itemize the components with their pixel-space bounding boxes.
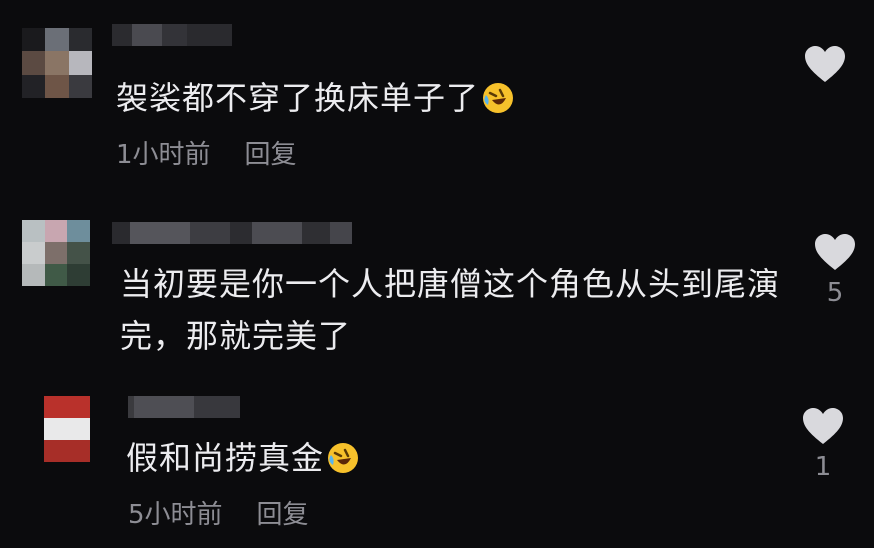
rofl-emoji-icon bbox=[326, 438, 360, 490]
username-pixelated[interactable] bbox=[128, 396, 240, 418]
timestamp: 1小时前 bbox=[116, 140, 211, 170]
avatar[interactable] bbox=[22, 28, 92, 98]
comment-meta: 5小时前 回复 bbox=[128, 494, 309, 531]
heart-icon bbox=[803, 408, 843, 444]
comment-text: 假和尚捞真金 bbox=[126, 432, 360, 490]
comment-text: 当初要是你一个人把唐僧这个角色从头到尾演 完，那就完美了 bbox=[120, 265, 781, 355]
timestamp: 5小时前 bbox=[128, 500, 223, 530]
comment-text: 袈裟都不穿了换床单子了 bbox=[116, 72, 515, 130]
like-count: 1 bbox=[814, 452, 832, 482]
username-pixelated[interactable] bbox=[112, 24, 232, 46]
reply-button[interactable]: 回复 bbox=[257, 494, 309, 531]
avatar[interactable] bbox=[22, 220, 90, 286]
like-button[interactable]: 1 bbox=[798, 406, 848, 482]
rofl-emoji-icon bbox=[481, 78, 515, 130]
comment-meta: 1小时前 回复 bbox=[116, 134, 297, 171]
heart-icon bbox=[815, 234, 855, 270]
username-pixelated[interactable] bbox=[112, 222, 352, 244]
like-button[interactable]: 5 bbox=[810, 232, 860, 308]
like-count: 5 bbox=[826, 278, 844, 308]
reply-button[interactable]: 回复 bbox=[245, 134, 297, 171]
heart-icon bbox=[805, 46, 845, 82]
like-button[interactable] bbox=[800, 44, 850, 84]
avatar[interactable] bbox=[44, 396, 90, 462]
